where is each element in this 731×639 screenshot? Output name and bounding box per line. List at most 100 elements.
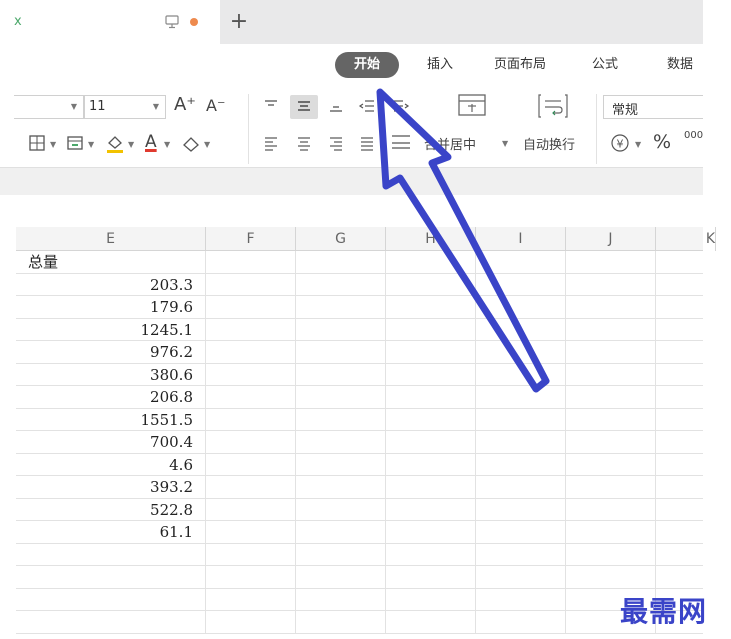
grid-cell[interactable]	[386, 566, 476, 589]
grid-cell[interactable]	[296, 521, 386, 544]
chevron-down-icon[interactable]: ▼	[204, 140, 210, 149]
wrap-text-icon[interactable]	[537, 92, 569, 120]
grid-cell[interactable]	[566, 251, 656, 274]
grid-cell[interactable]	[566, 273, 656, 296]
eraser-icon[interactable]	[180, 133, 202, 153]
currency-icon[interactable]: ¥	[610, 133, 630, 153]
column-header-e[interactable]: E	[16, 227, 206, 251]
number-format-select[interactable]: 常规	[603, 95, 703, 119]
grid-cell[interactable]	[296, 363, 386, 386]
column-header-h[interactable]: H	[386, 227, 476, 251]
increase-indent-icon[interactable]	[392, 97, 410, 115]
grid-cell[interactable]	[206, 566, 296, 589]
grid-cell[interactable]	[206, 363, 296, 386]
grid-cell[interactable]	[16, 611, 206, 634]
grid-cell[interactable]	[476, 408, 566, 431]
grid-cell[interactable]	[206, 453, 296, 476]
grid-cell[interactable]	[296, 588, 386, 611]
grid-cell[interactable]	[296, 498, 386, 521]
align-bottom-icon[interactable]	[327, 97, 345, 115]
merge-center-button[interactable]: 合并居中	[424, 134, 476, 153]
grid-cell[interactable]	[566, 521, 656, 544]
grid-cell[interactable]: 206.8	[16, 386, 206, 409]
grid-cell[interactable]	[296, 251, 386, 274]
chevron-down-icon[interactable]: ▼	[502, 139, 508, 148]
grid-cell[interactable]: 700.4	[16, 431, 206, 454]
grid-cell[interactable]	[656, 431, 716, 454]
chevron-down-icon[interactable]: ▼	[88, 140, 94, 149]
grid-cell[interactable]: 61.1	[16, 521, 206, 544]
grid-cell[interactable]	[656, 274, 716, 297]
fill-color-icon[interactable]	[104, 132, 126, 154]
grid-cell[interactable]	[476, 476, 566, 499]
merge-center-icon[interactable]	[456, 92, 488, 118]
chevron-down-icon[interactable]: ▼	[164, 140, 170, 149]
grid-cell[interactable]	[656, 296, 716, 319]
grid-cell[interactable]	[476, 588, 566, 611]
new-tab-button[interactable]: +	[226, 8, 252, 36]
grid-cell[interactable]: 393.2	[16, 476, 206, 499]
justify-icon[interactable]	[358, 134, 376, 152]
grid-cell[interactable]	[566, 363, 656, 386]
grid-cell[interactable]	[476, 521, 566, 544]
grid-cell[interactable]: 总量	[16, 251, 206, 274]
grid-cell[interactable]	[476, 611, 566, 634]
grid-cell[interactable]	[296, 543, 386, 566]
document-tab[interactable]: x	[0, 0, 220, 44]
grid-cell[interactable]	[476, 498, 566, 521]
grid-cell[interactable]	[296, 566, 386, 589]
chevron-down-icon[interactable]: ▼	[128, 140, 134, 149]
grid-cell[interactable]	[476, 431, 566, 454]
grid-cell[interactable]	[296, 273, 386, 296]
percent-button[interactable]: %	[653, 131, 671, 153]
grid-cell[interactable]	[656, 566, 716, 589]
align-right-icon[interactable]	[327, 134, 345, 152]
grid-cell[interactable]	[206, 543, 296, 566]
grid-cell[interactable]	[206, 386, 296, 409]
grid-cell[interactable]	[386, 341, 476, 364]
grid-cell[interactable]	[656, 386, 716, 409]
grid-cell[interactable]	[16, 588, 206, 611]
grid-cell[interactable]	[16, 566, 206, 589]
grid-cell[interactable]	[386, 318, 476, 341]
increase-font-button[interactable]: A⁺	[174, 94, 196, 115]
grid-cell[interactable]	[386, 453, 476, 476]
column-header-k[interactable]: K	[656, 227, 716, 251]
grid-cell[interactable]	[566, 476, 656, 499]
grid-cell[interactable]	[656, 364, 716, 387]
grid-cell[interactable]	[566, 431, 656, 454]
grid-cell[interactable]	[476, 363, 566, 386]
grid-cell[interactable]	[386, 521, 476, 544]
column-header-g[interactable]: G	[296, 227, 386, 251]
grid-cell[interactable]	[206, 431, 296, 454]
grid-cell[interactable]	[386, 431, 476, 454]
column-header-j[interactable]: J	[566, 227, 656, 251]
grid-cell[interactable]	[656, 521, 716, 544]
tab-insert[interactable]: 插入	[427, 52, 453, 78]
decrease-indent-icon[interactable]	[358, 97, 376, 115]
font-name-select[interactable]: ▼	[14, 95, 84, 119]
grid-cell[interactable]	[386, 296, 476, 319]
grid-cell[interactable]	[296, 341, 386, 364]
grid-cell[interactable]	[656, 499, 716, 522]
grid-cell[interactable]	[206, 296, 296, 319]
grid-cell[interactable]: 522.8	[16, 498, 206, 521]
grid-cell[interactable]	[656, 251, 716, 274]
grid-cell[interactable]: 4.6	[16, 453, 206, 476]
grid-cell[interactable]	[566, 386, 656, 409]
grid-cell[interactable]	[206, 476, 296, 499]
grid-cell[interactable]	[206, 498, 296, 521]
grid-cell[interactable]	[296, 611, 386, 634]
grid-cell[interactable]	[476, 341, 566, 364]
tab-home[interactable]: 开始	[335, 52, 399, 78]
grid-cell[interactable]	[296, 431, 386, 454]
grid-cell[interactable]	[206, 408, 296, 431]
grid-cell[interactable]: 1245.1	[16, 318, 206, 341]
grid-cell[interactable]	[656, 409, 716, 432]
grid-cell[interactable]	[16, 543, 206, 566]
grid-cell[interactable]	[656, 341, 716, 364]
align-center-icon[interactable]	[295, 134, 313, 152]
grid-cell[interactable]	[476, 566, 566, 589]
grid-cell[interactable]	[566, 408, 656, 431]
grid-cell[interactable]	[386, 476, 476, 499]
